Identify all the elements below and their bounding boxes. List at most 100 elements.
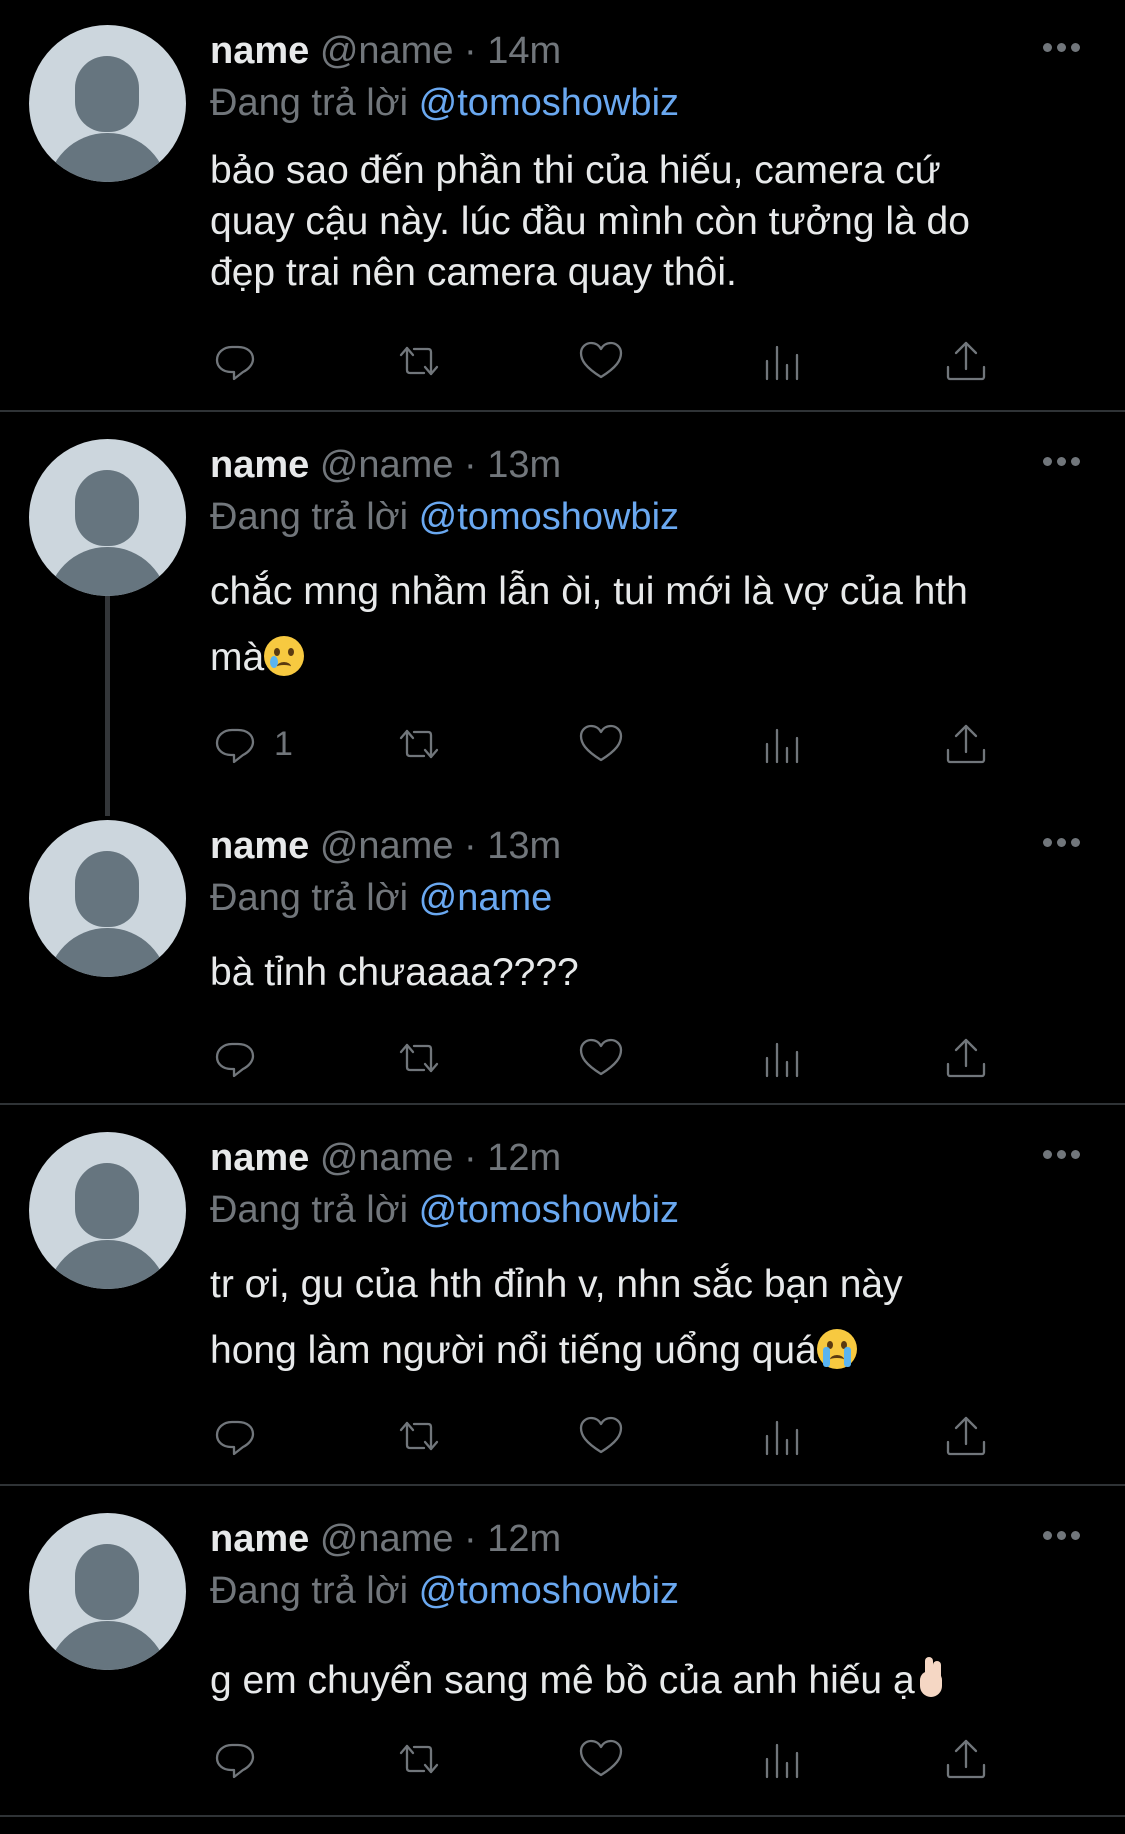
reply-button[interactable]: 1 [210,718,293,770]
tweet-header: name @name · 14m [210,27,561,75]
avatar[interactable] [29,1513,186,1670]
retweet-button[interactable] [393,718,445,770]
share-button[interactable] [940,1410,992,1462]
action-bar [0,1410,1125,1470]
tweet-text-line: quay cậu này. lúc đầu mình còn tưởng là … [210,200,970,243]
reply-prefix: Đang trả lời [210,1570,409,1612]
reply-button[interactable] [210,335,262,387]
display-name[interactable]: name [210,30,309,72]
analytics-button[interactable] [757,1032,809,1084]
divider [0,1484,1125,1486]
reply-prefix: Đang trả lời [210,877,409,919]
reply-button[interactable] [210,1410,262,1462]
retweet-button[interactable] [393,335,445,387]
analytics-button[interactable] [757,1410,809,1462]
heart-button[interactable] [575,718,627,770]
tweet-header: name @name · 12m [210,1134,561,1182]
share-icon [946,1416,986,1456]
share-icon [946,1739,986,1779]
display-name[interactable]: name [210,1518,309,1560]
share-button[interactable] [940,1032,992,1084]
reply-count: 1 [274,724,293,763]
analytics-button[interactable] [757,1733,809,1785]
user-handle[interactable]: @name [320,30,454,72]
analytics-button[interactable] [757,335,809,387]
retweet-button[interactable] [393,1733,445,1785]
heart-button[interactable] [575,1733,627,1785]
more-icon[interactable] [1043,1150,1080,1159]
reply-context: Đang trả lời @tomoshowbiz [210,1186,679,1234]
tweet-text-line: mà [210,625,1090,691]
user-handle[interactable]: @name [320,444,454,486]
timestamp[interactable]: 14m [487,30,561,72]
display-name[interactable]: name [210,1137,309,1179]
tweet-text: chắc mng nhầm lẫn òi, tui mới là vợ của … [210,559,1090,691]
tweet-text: tr ơi, gu của hth đỉnh v, nhn sắc bạn nà… [210,1252,1090,1384]
action-bar: 1 [0,718,1125,778]
mention-link[interactable]: @name [419,877,553,919]
tweet-text-line: đẹp trai nên camera quay thôi. [210,251,737,294]
retweet-button[interactable] [393,1410,445,1462]
more-icon[interactable] [1043,457,1080,466]
heart-button[interactable] [575,1032,627,1084]
tweet-text: bảo sao đến phần thi của hiếu, camera cứ… [210,145,1090,298]
retweet-icon [399,1744,439,1774]
heart-button[interactable] [575,1410,627,1462]
more-icon[interactable] [1043,838,1080,847]
tweet-text: bà tỉnh chưaaaa???? [210,940,1090,1006]
analytics-icon [765,1743,799,1779]
action-bar [0,335,1125,395]
share-button[interactable] [940,335,992,387]
retweet-icon [399,346,439,376]
timestamp[interactable]: 13m [487,444,561,486]
tweet-text-fragment: hong làm người nổi tiếng uổng quá [210,1329,817,1372]
timestamp[interactable]: 12m [487,1137,561,1179]
tweet-text: g em chuyển sang mê bồ của anh hiếu ạ [210,1648,1090,1714]
heart-icon [579,724,623,762]
user-handle[interactable]: @name [320,1137,454,1179]
analytics-button[interactable] [757,718,809,770]
display-name[interactable]: name [210,825,309,867]
divider [0,410,1125,412]
avatar[interactable] [29,25,186,182]
tweet-text-line: g em chuyển sang mê bồ của anh hiếu ạ [210,1648,1090,1714]
more-icon[interactable] [1043,1531,1080,1540]
heart-button[interactable] [575,335,627,387]
tweet-text-line: chắc mng nhầm lẫn òi, tui mới là vợ của … [210,570,968,613]
share-icon [946,1038,986,1078]
timestamp[interactable]: 13m [487,825,561,867]
reply-icon [215,345,255,381]
avatar[interactable] [29,820,186,977]
avatar[interactable] [29,439,186,596]
divider [0,1815,1125,1817]
mention-link[interactable]: @tomoshowbiz [419,1570,679,1612]
more-icon[interactable] [1043,43,1080,52]
display-name[interactable]: name [210,444,309,486]
face-holding-back-tears-icon [264,636,305,676]
mention-link[interactable]: @tomoshowbiz [419,496,679,538]
retweet-button[interactable] [393,1032,445,1084]
avatar[interactable] [29,1132,186,1289]
mention-link[interactable]: @tomoshowbiz [419,82,679,124]
mention-link[interactable]: @tomoshowbiz [419,1189,679,1231]
tweet-text-fragment: mà [210,636,265,679]
separator: · [464,444,477,486]
analytics-icon [765,1420,799,1456]
loudly-crying-face-icon [816,1329,857,1369]
tweet-text-fragment: g em chuyển sang mê bồ của anh hiếu ạ [210,1659,915,1702]
timestamp[interactable]: 12m [487,1518,561,1560]
reply-context: Đang trả lời @name [210,874,552,922]
separator: · [464,30,477,72]
reply-button[interactable] [210,1733,262,1785]
user-handle[interactable]: @name [320,825,454,867]
share-button[interactable] [940,1733,992,1785]
user-handle[interactable]: @name [320,1518,454,1560]
reply-button[interactable] [210,1032,262,1084]
share-button[interactable] [940,718,992,770]
reply-prefix: Đang trả lời [210,82,409,124]
analytics-icon [765,345,799,381]
share-icon [946,341,986,381]
reply-icon [215,1042,255,1078]
separator: · [464,1137,477,1179]
heart-icon [579,1038,623,1076]
